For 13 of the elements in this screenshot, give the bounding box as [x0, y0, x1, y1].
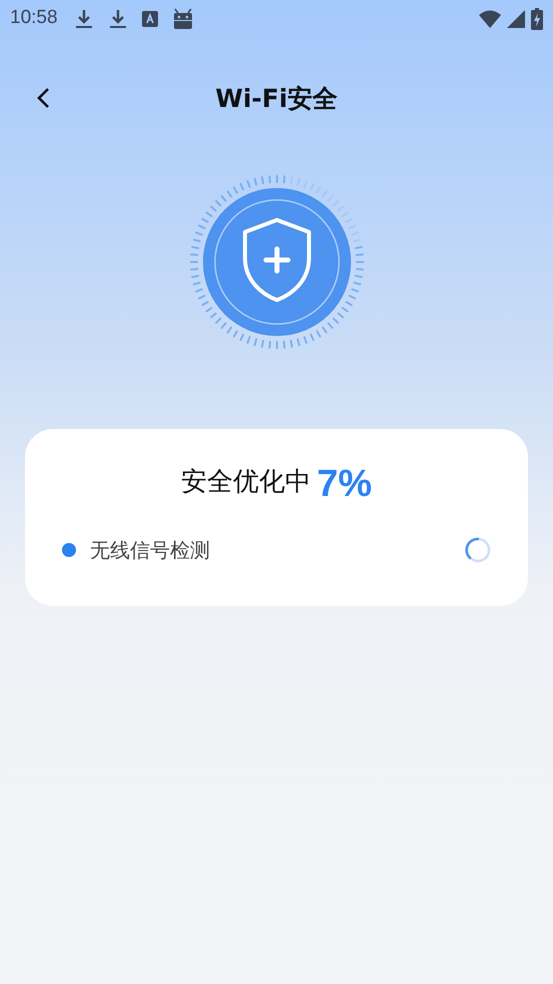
status-time: 10:58 — [10, 6, 58, 30]
app-icon — [142, 10, 158, 26]
check-label: 无线信号检测 — [90, 537, 210, 564]
progress-percent: 7% — [317, 465, 372, 503]
android-icon — [172, 8, 194, 30]
page-title: Wi-Fi安全 — [215, 83, 338, 116]
battery-icon — [531, 8, 543, 30]
wifi-icon — [479, 10, 501, 28]
progress-label: 安全优化中 — [181, 466, 312, 499]
download-icon — [74, 8, 94, 30]
loading-spinner-icon — [464, 536, 492, 564]
signal-icon — [507, 10, 525, 28]
download-icon — [108, 8, 128, 30]
